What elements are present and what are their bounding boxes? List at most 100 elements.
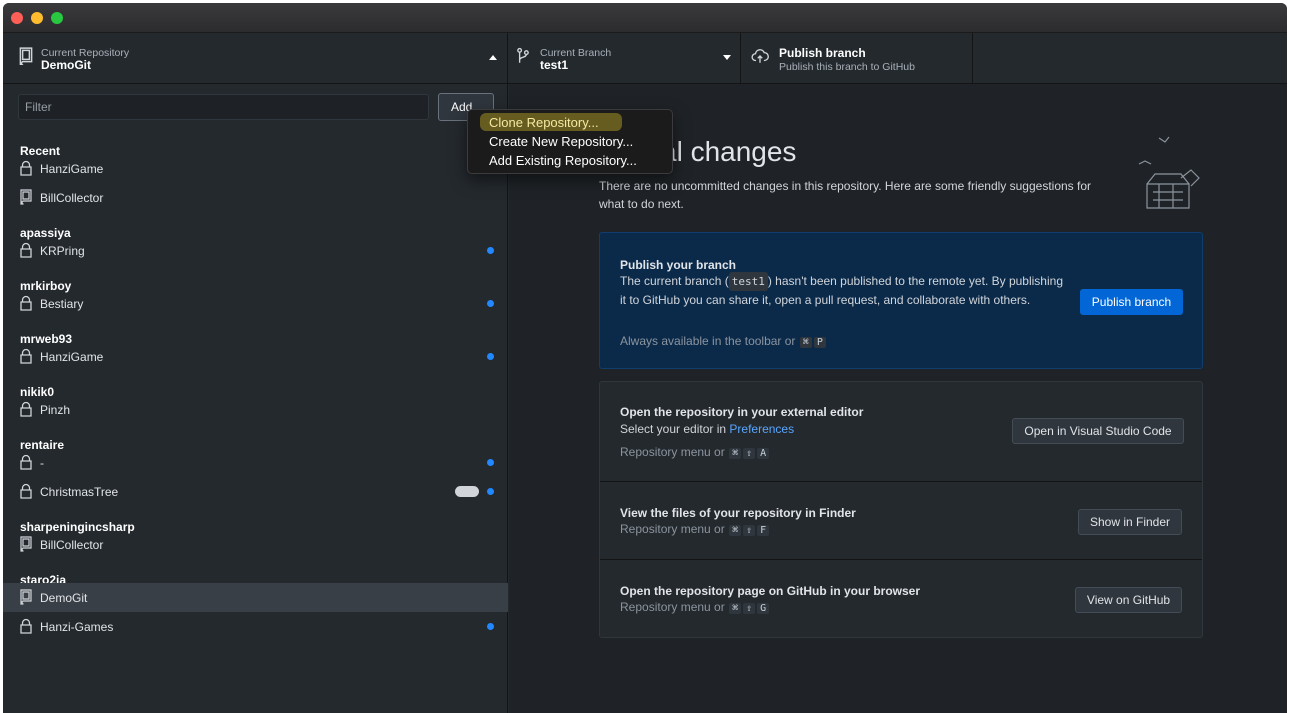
lock-icon <box>20 483 32 499</box>
current-branch-value: test1 <box>540 58 569 72</box>
repository-name: HanziGame <box>40 162 104 176</box>
repository-name: Bestiary <box>40 297 84 311</box>
publish-branch-title: Publish branch <box>779 46 866 60</box>
toolbar: Current Repository DemoGit Current Branc… <box>3 33 1287 84</box>
publish-branch-card: Publish your branch The current branch (… <box>599 232 1203 369</box>
show-in-finder-button[interactable]: Show in Finder <box>1078 509 1182 535</box>
unsynced-dot-icon <box>487 459 494 466</box>
repository-list-item[interactable]: BillCollector <box>3 183 508 212</box>
repository-list-item[interactable]: HanziGame <box>3 154 508 183</box>
repository-list-item[interactable]: KRPring <box>3 236 508 265</box>
current-branch-button[interactable]: Current Branch test1 <box>508 33 741 84</box>
current-repository-button[interactable]: Current Repository DemoGit <box>3 33 508 84</box>
maximize-window-button[interactable] <box>51 12 63 24</box>
repository-name: Hanzi-Games <box>40 620 114 634</box>
minimize-window-button[interactable] <box>31 12 43 24</box>
lock-icon <box>20 401 32 417</box>
repository-name: ChristmasTree <box>40 485 119 499</box>
repository-name: - <box>40 456 44 470</box>
repo-icon <box>20 536 32 552</box>
title-bar <box>3 3 1287 33</box>
g-key: G <box>757 603 770 614</box>
publish-branch-button[interactable]: Publish branch Publish this branch to Gi… <box>741 33 973 84</box>
publish-card-hint: Always available in the toolbar or ⌘ P <box>620 334 827 348</box>
view-on-github-button[interactable]: View on GitHub <box>1075 587 1182 613</box>
repository-name: DemoGit <box>40 591 88 605</box>
repository-list-item[interactable]: ChristmasTree <box>3 477 508 506</box>
menu-item-add-existing-repository[interactable]: Add Existing Repository... <box>489 153 637 168</box>
editor-card-hint: Repository menu or ⌘ ⇧ A <box>620 445 770 459</box>
unsynced-dot-icon <box>487 623 494 630</box>
publish-branch-subtitle: Publish this branch to GitHub <box>779 61 915 73</box>
github-hint-text: Repository menu or <box>620 600 725 614</box>
repository-name: BillCollector <box>40 191 104 205</box>
publish-card-title: Publish your branch <box>620 258 737 272</box>
publish-card-text: The current branch (test1) hasn't been p… <box>620 272 1070 310</box>
menu-item-create-new-repository[interactable]: Create New Repository... <box>489 134 633 149</box>
command-key: ⌘ <box>729 603 742 614</box>
lock-icon <box>20 295 32 311</box>
repository-name: HanziGame <box>40 350 104 364</box>
editor-card-title: Open the repository in your external edi… <box>620 405 864 419</box>
p-key: P <box>813 337 826 348</box>
command-key: ⌘ <box>799 337 812 348</box>
branch-code: test1 <box>728 272 768 291</box>
publish-branch-card-button[interactable]: Publish branch <box>1080 289 1183 315</box>
git-branch-icon <box>517 47 529 63</box>
repository-name: KRPring <box>40 244 85 258</box>
repository-list-item[interactable]: BillCollector <box>3 530 508 559</box>
repository-name: Pinzh <box>40 403 71 417</box>
external-editor-section: Open the repository in your external edi… <box>600 382 1202 482</box>
shift-key: ⇧ <box>743 448 756 459</box>
shift-key: ⇧ <box>743 525 756 536</box>
pull-count-badge <box>455 486 479 497</box>
editor-hint-text: Repository menu or <box>620 445 725 459</box>
current-repository-value: DemoGit <box>41 58 92 72</box>
repository-name: BillCollector <box>40 538 104 552</box>
publish-hint-text: Always available in the toolbar or <box>620 334 796 348</box>
unsynced-dot-icon <box>487 247 494 254</box>
repository-list-item[interactable]: HanziGame <box>3 342 508 371</box>
repository-list-item[interactable]: Hanzi-Games <box>3 612 508 641</box>
shift-key: ⇧ <box>743 603 756 614</box>
f-key: F <box>757 525 770 536</box>
cloud-upload-icon <box>751 49 769 63</box>
illustration-icon <box>1138 136 1200 209</box>
preferences-link[interactable]: Preferences <box>729 422 794 436</box>
chevron-up-icon <box>489 55 497 60</box>
lock-icon <box>20 160 32 176</box>
repository-sidebar: Add RecentHanziGameBillCollectorapassiya… <box>3 84 508 713</box>
repo-icon <box>20 589 32 605</box>
unsynced-dot-icon <box>487 300 494 307</box>
finder-card-title: View the files of your repository in Fin… <box>620 506 856 520</box>
app-window: Current Repository DemoGit Current Branc… <box>3 3 1287 713</box>
finder-hint-text: Repository menu or <box>620 522 725 536</box>
unsynced-dot-icon <box>487 353 494 360</box>
lock-icon <box>20 348 32 364</box>
no-changes-view: cal changes There are no uncommitted cha… <box>509 84 1287 713</box>
repository-list-item[interactable]: Bestiary <box>3 289 508 318</box>
open-in-vscode-button[interactable]: Open in Visual Studio Code <box>1012 418 1184 444</box>
editor-text: Select your editor in <box>620 422 727 436</box>
command-key: ⌘ <box>729 448 742 459</box>
repository-list-item[interactable]: DemoGit <box>3 583 508 612</box>
github-card-title: Open the repository page on GitHub in yo… <box>620 584 921 598</box>
repository-list-item[interactable]: - <box>3 448 508 477</box>
add-dropdown-menu: Clone Repository... Create New Repositor… <box>467 109 673 174</box>
menu-item-clone-repository[interactable]: Clone Repository... <box>489 115 599 130</box>
unsynced-dot-icon <box>487 488 494 495</box>
repo-icon <box>20 189 32 205</box>
finder-card-hint: Repository menu or ⌘ ⇧ F <box>620 522 770 536</box>
suggestions-card: Open the repository in your external edi… <box>599 381 1203 638</box>
no-changes-description: There are no uncommitted changes in this… <box>599 179 1092 211</box>
repository-list-item[interactable]: Pinzh <box>3 395 508 424</box>
filter-input[interactable] <box>18 94 429 120</box>
close-window-button[interactable] <box>11 12 23 24</box>
lock-icon <box>20 618 32 634</box>
lock-icon <box>20 454 32 470</box>
publish-card-text-before: The current branch ( <box>620 274 729 288</box>
github-section: Open the repository page on GitHub in yo… <box>600 560 1202 639</box>
finder-section: View the files of your repository in Fin… <box>600 482 1202 560</box>
repo-icon <box>19 47 33 65</box>
lock-icon <box>20 242 32 258</box>
